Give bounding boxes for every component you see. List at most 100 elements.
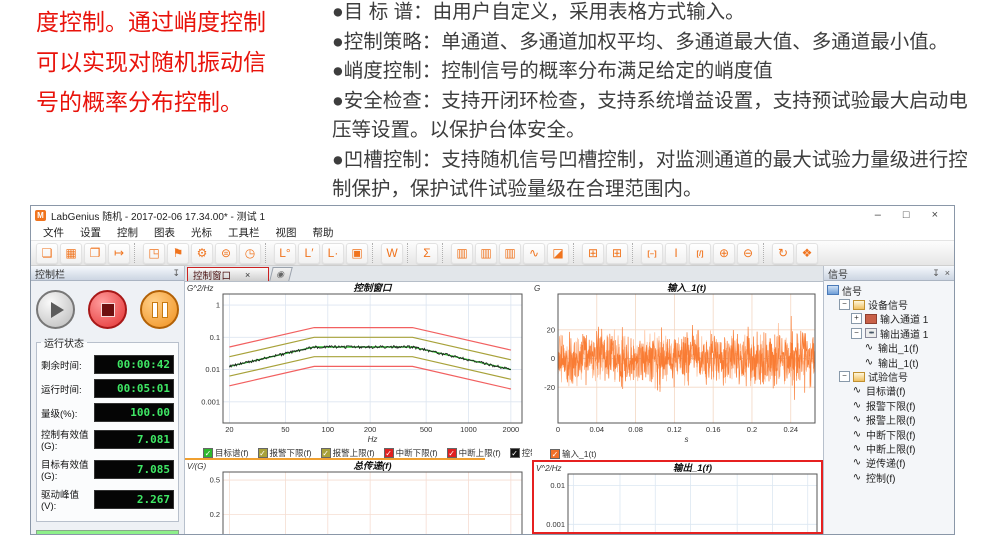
legend-checkbox[interactable]: ✓ [550, 449, 560, 459]
tab-close-icon[interactable]: × [245, 270, 250, 280]
bookmark-icon[interactable]: ⚑ [167, 243, 189, 264]
tree-item-输出通道 1[interactable]: −•••输出通道 1 [824, 326, 954, 340]
legend-checkbox[interactable]: ✓ [510, 448, 520, 458]
save-icon[interactable]: ▦ [60, 243, 82, 264]
tree-item-输出_1(f)[interactable]: ∿输出_1(f) [824, 341, 954, 355]
legend-label: 报警上限(f) [333, 447, 375, 459]
tree-item-报警上限(f)[interactable]: ∿报警上限(f) [824, 413, 954, 427]
output-spectrum-plot[interactable]: 2050100200500100020000.010.0010.0001输出_1… [534, 462, 823, 534]
feature-bullet-list: ●目 标 谱：由用户自定义，采用表格方式输入。●控制策略：单通道、多通道加权平均… [332, 0, 1000, 205]
field-value: 7.085 [94, 460, 174, 479]
menu-item-帮助[interactable]: 帮助 [305, 225, 342, 240]
legend-checkbox[interactable]: ✓ [321, 448, 331, 458]
fit-view-icon[interactable]: ❖ [796, 243, 818, 264]
spectrum-chart-3-icon[interactable]: ▥ [499, 243, 521, 264]
cursor-horizontal-icon[interactable]: [–] [641, 243, 663, 264]
menu-item-控制[interactable]: 控制 [109, 225, 146, 240]
cursor-slope-icon[interactable]: [/] [689, 243, 711, 264]
status-field: 控制有效值(G):7.081 [41, 427, 174, 452]
expand-icon[interactable]: + [851, 313, 862, 324]
svg-text:0.04: 0.04 [589, 425, 604, 434]
pin-icon[interactable]: ↧ [172, 268, 180, 279]
tab-control-window[interactable]: 控制窗口 × [187, 267, 269, 281]
tree-item-中断上限(f)[interactable]: ∿中断上限(f) [824, 441, 954, 455]
histogram-curve-icon[interactable]: ∿ [523, 243, 545, 264]
session-disc-icon[interactable]: ⊜ [215, 243, 237, 264]
word-report-icon[interactable]: W [381, 243, 403, 264]
control-spectrum-plot[interactable]: 20501002005001000200010.10.010.001控制窗口G^… [185, 282, 532, 447]
pin-icon[interactable]: ↧ [932, 268, 940, 278]
stop-button[interactable] [88, 290, 127, 329]
minimize-button[interactable]: – [875, 209, 881, 221]
spectrum-chart-1-icon[interactable]: ▥ [451, 243, 473, 264]
pause-button[interactable] [140, 290, 179, 329]
tree-item-控制(f)[interactable]: ∿控制(f) [824, 470, 954, 484]
zoom-in-icon[interactable]: ⊕ [713, 243, 735, 264]
field-value: 100.00 [94, 403, 174, 422]
zoom-out-icon[interactable]: ⊖ [737, 243, 759, 264]
layout-two-pane-icon[interactable]: ⊞ [582, 243, 604, 264]
menu-item-工具栏[interactable]: 工具栏 [220, 225, 268, 240]
export-icon[interactable]: ↦ [108, 243, 130, 264]
menu-item-图表[interactable]: 图表 [146, 225, 183, 240]
legend-item: ✓中断上限(f) [447, 447, 501, 459]
import-icon[interactable]: ◳ [143, 243, 165, 264]
cascade-windows-icon[interactable]: ▣ [346, 243, 368, 264]
legend-checkbox[interactable]: ✓ [447, 448, 457, 458]
tree-item-输入通道 1[interactable]: +输入通道 1 [824, 312, 954, 326]
svg-text:输出_1(f): 输出_1(f) [673, 462, 712, 474]
tree-item-输出_1(t)[interactable]: ∿输出_1(t) [824, 355, 954, 369]
field-label: 剩余时间: [41, 358, 82, 372]
layout-four-pane-icon[interactable]: ⊞ [606, 243, 628, 264]
tab-snapshot[interactable]: ◉ [269, 267, 292, 281]
legend-item: ✓报警上限(f) [321, 447, 375, 459]
tree-item-信号[interactable]: 信号 [824, 283, 954, 297]
spectrum-chart-2-icon[interactable]: ▥ [475, 243, 497, 264]
tree-item-中断下限(f)[interactable]: ∿中断下限(f) [824, 427, 954, 441]
transfer-plot[interactable]: 2050100200500100020000.50.20.10.05总传递(f)… [185, 460, 532, 534]
collapse-icon[interactable]: − [851, 328, 862, 339]
level-degree-icon[interactable]: L° [274, 243, 296, 264]
level-prime-icon[interactable]: L′ [298, 243, 320, 264]
legend-checkbox[interactable]: ✓ [203, 448, 213, 458]
tree-label: 报警下限(f) [866, 398, 915, 413]
feature-bullet-line: 制保护，保护试件试验量级在合理范围内。 [332, 175, 1000, 205]
level-dot-icon[interactable]: L· [322, 243, 344, 264]
legend-label: 目标谱(f) [215, 447, 249, 459]
start-button[interactable] [36, 290, 75, 329]
legend-checkbox[interactable]: ✓ [384, 448, 394, 458]
tree-item-逆传递(f)[interactable]: ∿逆传递(f) [824, 456, 954, 470]
cursor-vertical-icon[interactable]: I [665, 243, 687, 264]
svg-text:0: 0 [556, 425, 560, 434]
svg-text:V^2/Hz: V^2/Hz [536, 464, 562, 473]
close-icon[interactable]: × [945, 268, 950, 278]
svg-text:总传递(f): 总传递(f) [354, 460, 392, 472]
tree-item-试验信号[interactable]: −试验信号 [824, 369, 954, 383]
menu-item-光标[interactable]: 光标 [183, 225, 220, 240]
toolbar-separator [265, 243, 270, 263]
collapse-icon[interactable]: − [839, 371, 850, 382]
wave-icon: ∿ [851, 472, 863, 482]
svg-text:G: G [534, 284, 540, 293]
restore-button[interactable]: □ [903, 209, 910, 221]
menu-item-视图[interactable]: 视图 [268, 225, 305, 240]
legend-checkbox[interactable]: ✓ [258, 448, 268, 458]
statistics-sigma-icon[interactable]: Σ [416, 243, 438, 264]
menu-item-文件[interactable]: 文件 [35, 225, 72, 240]
svg-text:0.16: 0.16 [706, 425, 721, 434]
refresh-icon[interactable]: ↻ [772, 243, 794, 264]
open-icon[interactable]: ❐ [84, 243, 106, 264]
settings-gear-icon[interactable]: ⚙ [191, 243, 213, 264]
schedule-clock-icon[interactable]: ◷ [239, 243, 261, 264]
new-file-icon[interactable]: ❏ [36, 243, 58, 264]
tree-item-报警下限(f)[interactable]: ∿报警下限(f) [824, 398, 954, 412]
input-time-plot[interactable]: 00.040.080.120.160.20.24200-20输入_1(t)Gs [532, 282, 823, 447]
tree-item-目标谱(f)[interactable]: ∿目标谱(f) [824, 384, 954, 398]
window-close-button[interactable]: × [932, 209, 938, 221]
run-status-group: 运行状态 剩余时间:00:00:42运行时间:00:05:01量级(%):100… [36, 335, 179, 522]
field-value: 00:00:42 [94, 355, 174, 374]
collapse-icon[interactable]: − [839, 299, 850, 310]
menu-item-设置[interactable]: 设置 [72, 225, 109, 240]
chart-edit-icon[interactable]: ◪ [547, 243, 569, 264]
tree-item-设备信号[interactable]: −设备信号 [824, 297, 954, 311]
